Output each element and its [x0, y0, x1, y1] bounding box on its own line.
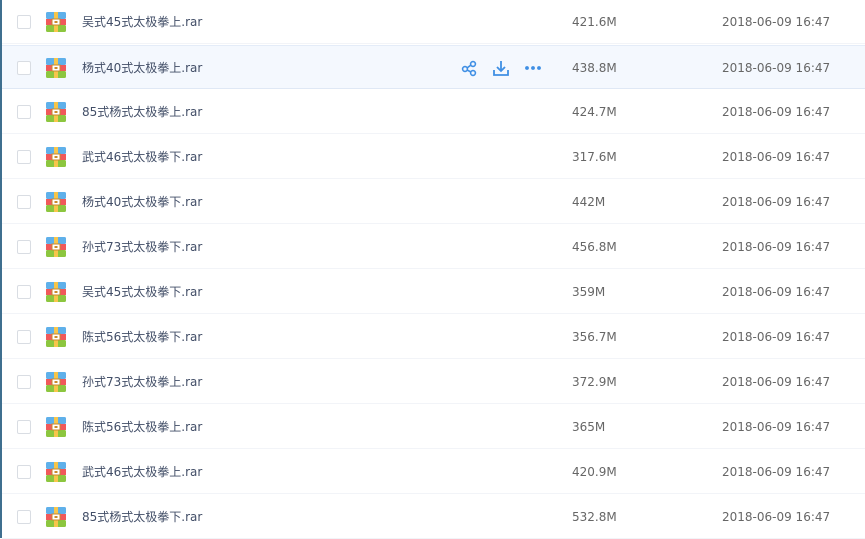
- file-name-link[interactable]: 武式46式太极拳下.rar: [82, 135, 202, 179]
- archive-file-icon: [46, 327, 66, 347]
- file-list: 吴式45式太极拳上.rar 421.6M 2018-06-09 16:47 杨式40式…: [0, 0, 865, 539]
- modified-date: 2018-06-09 16:47: [722, 61, 831, 75]
- row-checkbox[interactable]: [17, 15, 31, 29]
- row-checkbox[interactable]: [17, 330, 31, 344]
- file-size: 424.7M: [572, 105, 617, 119]
- archive-file-icon: [46, 102, 66, 122]
- file-size: 420.9M: [572, 465, 617, 479]
- row-checkbox[interactable]: [17, 150, 31, 164]
- file-name-link[interactable]: 85式杨式太极拳下.rar: [82, 495, 202, 539]
- file-name-link[interactable]: 85式杨式太极拳上.rar: [82, 90, 202, 134]
- file-name-link[interactable]: 吴式45式太极拳下.rar: [82, 270, 202, 314]
- row-checkbox[interactable]: [17, 510, 31, 524]
- row-checkbox[interactable]: [17, 61, 31, 75]
- modified-date: 2018-06-09 16:47: [722, 510, 831, 524]
- modified-date: 2018-06-09 16:47: [722, 375, 831, 389]
- row-checkbox[interactable]: [17, 240, 31, 254]
- file-size: 442M: [572, 195, 606, 209]
- file-name-link[interactable]: 陈式56式太极拳上.rar: [82, 405, 202, 449]
- archive-file-icon: [46, 58, 66, 78]
- archive-file-icon: [46, 237, 66, 257]
- file-name-link[interactable]: 孙式73式太极拳上.rar: [82, 360, 202, 404]
- row-actions: [460, 59, 542, 77]
- file-size: 365M: [572, 420, 606, 434]
- file-row[interactable]: 武式46式太极拳下.rar 317.6M 2018-06-09 16:47: [2, 135, 865, 179]
- modified-date: 2018-06-09 16:47: [722, 465, 831, 479]
- file-row[interactable]: 吴式45式太极拳上.rar 421.6M 2018-06-09 16:47: [2, 0, 865, 44]
- modified-date: 2018-06-09 16:47: [722, 195, 831, 209]
- file-size: 532.8M: [572, 510, 617, 524]
- more-icon[interactable]: [524, 59, 542, 77]
- file-size: 438.8M: [572, 61, 617, 75]
- archive-file-icon: [46, 372, 66, 392]
- file-size: 456.8M: [572, 240, 617, 254]
- file-size: 421.6M: [572, 15, 617, 29]
- file-size: 356.7M: [572, 330, 617, 344]
- file-row[interactable]: 孙式73式太极拳上.rar 372.9M 2018-06-09 16:47: [2, 360, 865, 404]
- modified-date: 2018-06-09 16:47: [722, 285, 831, 299]
- file-row[interactable]: 85式杨式太极拳下.rar 532.8M 2018-06-09 16:47: [2, 495, 865, 539]
- file-size: 372.9M: [572, 375, 617, 389]
- archive-file-icon: [46, 12, 66, 32]
- modified-date: 2018-06-09 16:47: [722, 15, 831, 29]
- file-name-link[interactable]: 吴式45式太极拳上.rar: [82, 0, 202, 44]
- archive-file-icon: [46, 282, 66, 302]
- file-row[interactable]: 85式杨式太极拳上.rar 424.7M 2018-06-09 16:47: [2, 90, 865, 134]
- modified-date: 2018-06-09 16:47: [722, 105, 831, 119]
- share-icon[interactable]: [460, 59, 478, 77]
- modified-date: 2018-06-09 16:47: [722, 330, 831, 344]
- row-checkbox[interactable]: [17, 105, 31, 119]
- archive-file-icon: [46, 417, 66, 437]
- file-row[interactable]: 杨式40式太极拳下.rar 442M 2018-06-09 16:47: [2, 180, 865, 224]
- file-row[interactable]: 陈式56式太极拳上.rar 365M 2018-06-09 16:47: [2, 405, 865, 449]
- file-row[interactable]: 吴式45式太极拳下.rar 359M 2018-06-09 16:47: [2, 270, 865, 314]
- file-row[interactable]: 杨式40式太极拳上.rar 438.8M 2018-06-09 16:47: [2, 45, 865, 89]
- modified-date: 2018-06-09 16:47: [722, 240, 831, 254]
- file-name-link[interactable]: 陈式56式太极拳下.rar: [82, 315, 202, 359]
- file-name-link[interactable]: 孙式73式太极拳下.rar: [82, 225, 202, 269]
- row-checkbox[interactable]: [17, 375, 31, 389]
- file-name-link[interactable]: 杨式40式太极拳下.rar: [82, 180, 202, 224]
- archive-file-icon: [46, 462, 66, 482]
- row-checkbox[interactable]: [17, 285, 31, 299]
- archive-file-icon: [46, 507, 66, 527]
- archive-file-icon: [46, 192, 66, 212]
- row-checkbox[interactable]: [17, 195, 31, 209]
- file-size: 359M: [572, 285, 606, 299]
- file-size: 317.6M: [572, 150, 617, 164]
- row-checkbox[interactable]: [17, 465, 31, 479]
- file-name-link[interactable]: 武式46式太极拳上.rar: [82, 450, 202, 494]
- modified-date: 2018-06-09 16:47: [722, 150, 831, 164]
- archive-file-icon: [46, 147, 66, 167]
- file-row[interactable]: 陈式56式太极拳下.rar 356.7M 2018-06-09 16:47: [2, 315, 865, 359]
- file-row[interactable]: 武式46式太极拳上.rar 420.9M 2018-06-09 16:47: [2, 450, 865, 494]
- file-name-link[interactable]: 杨式40式太极拳上.rar: [82, 46, 202, 90]
- download-icon[interactable]: [492, 59, 510, 77]
- modified-date: 2018-06-09 16:47: [722, 420, 831, 434]
- file-row[interactable]: 孙式73式太极拳下.rar 456.8M 2018-06-09 16:47: [2, 225, 865, 269]
- row-checkbox[interactable]: [17, 420, 31, 434]
